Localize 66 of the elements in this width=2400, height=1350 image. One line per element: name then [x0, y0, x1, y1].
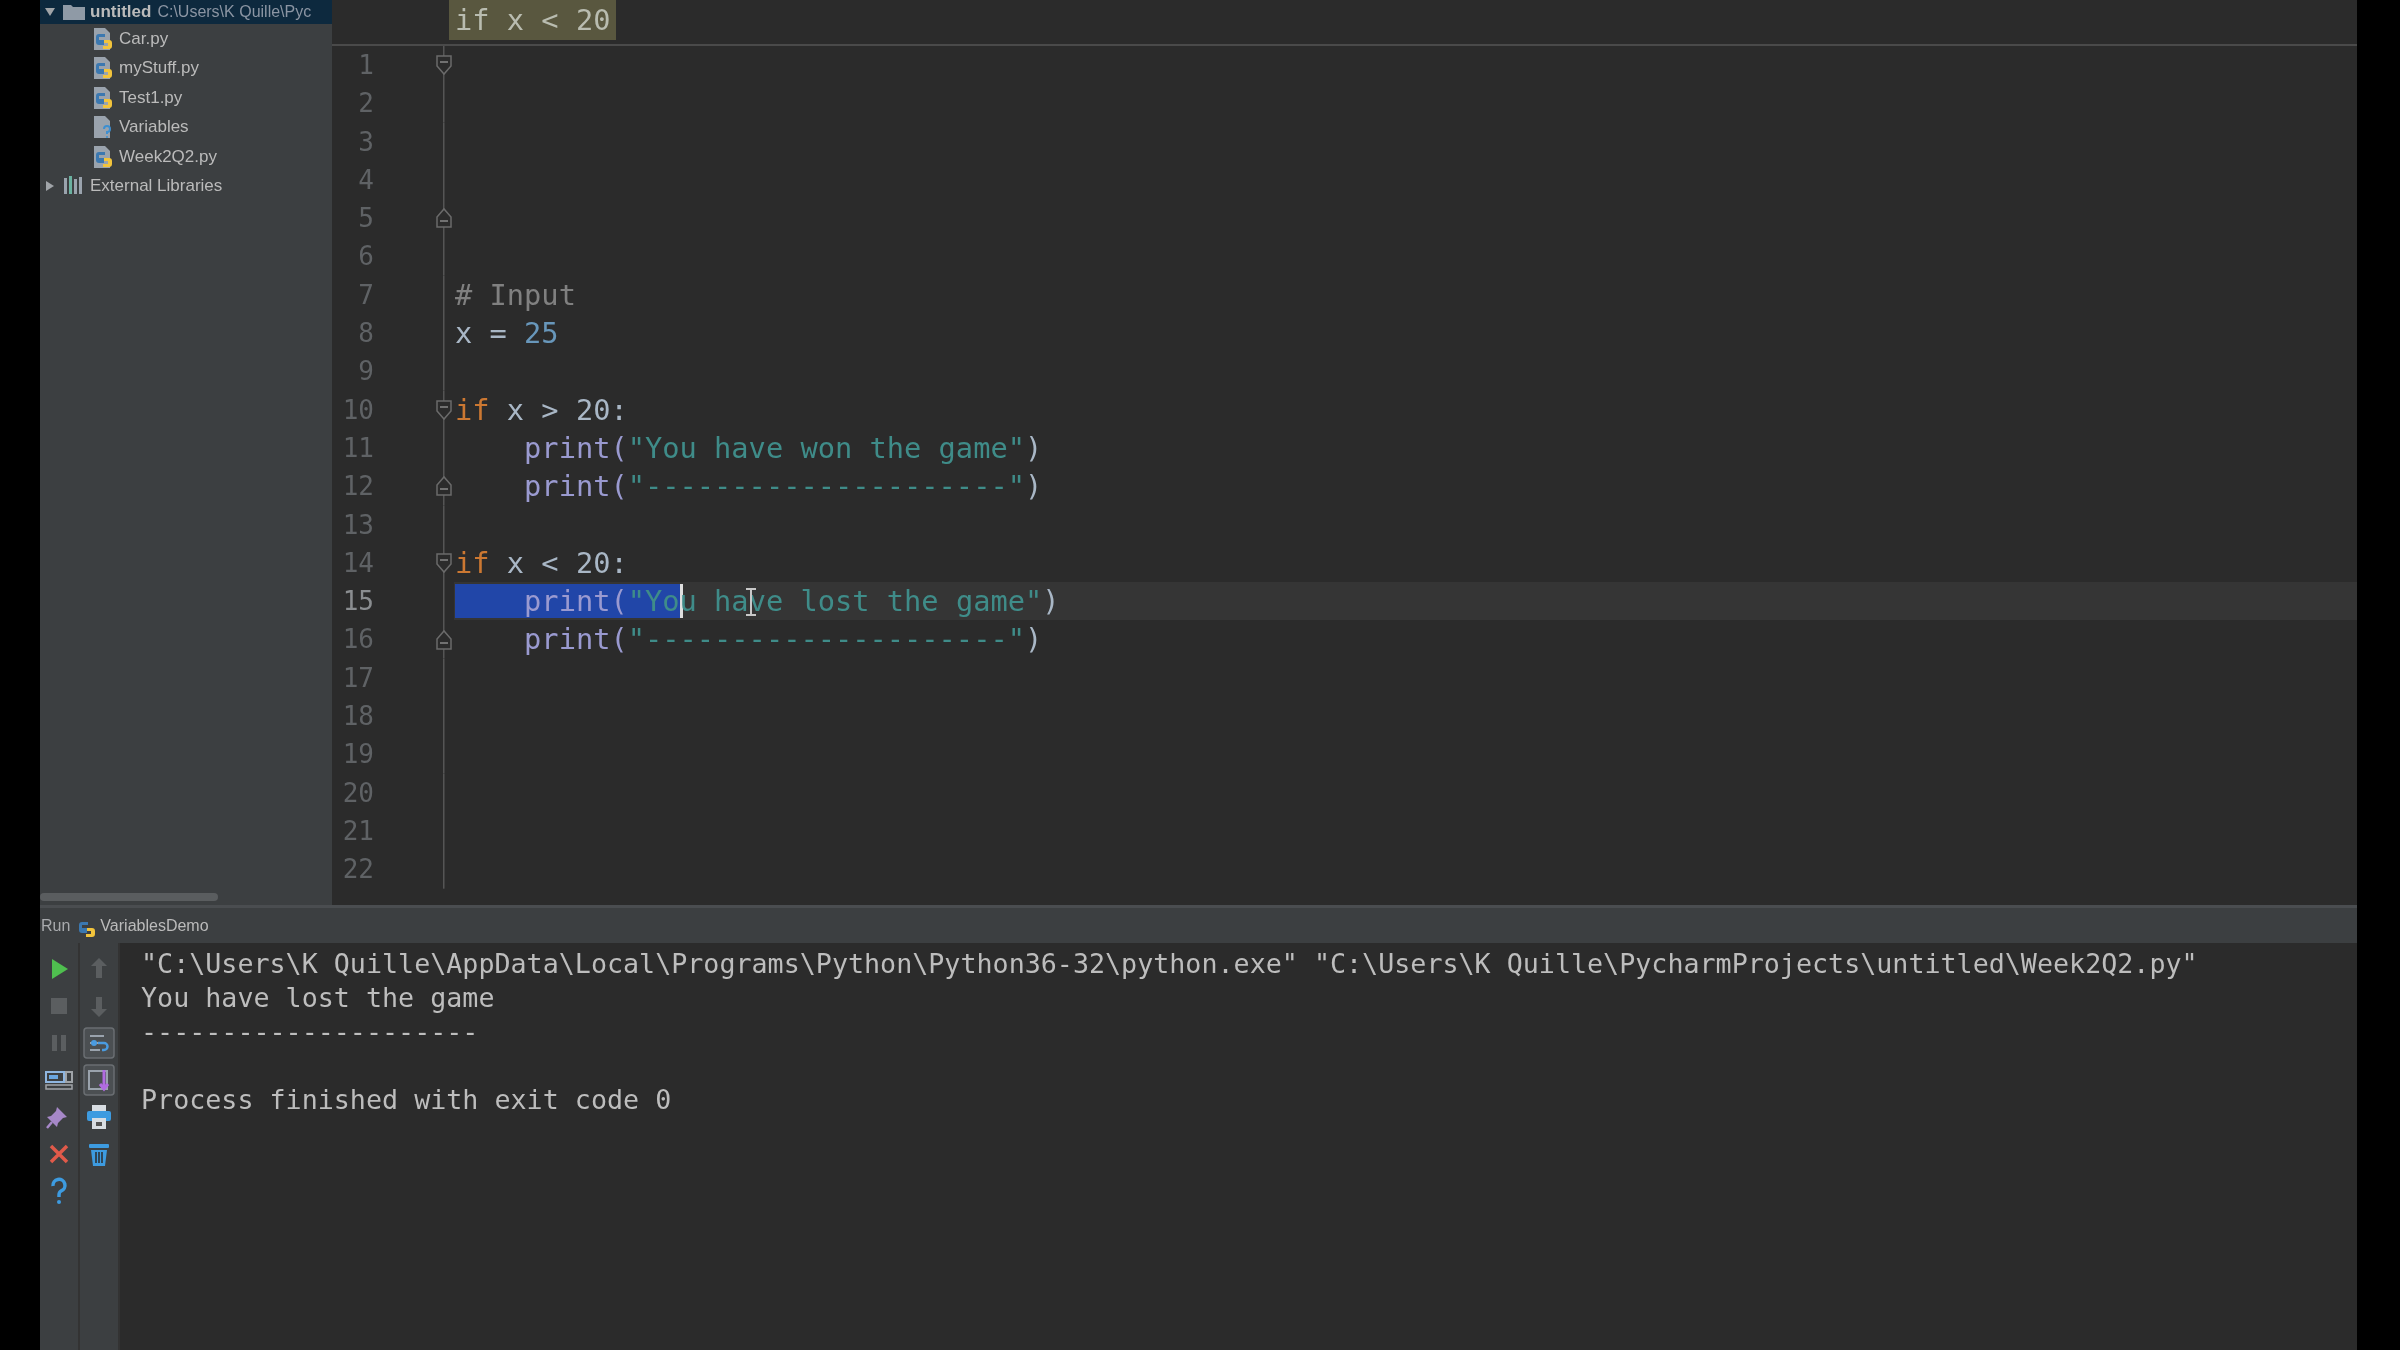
- run-config-tab[interactable]: VariablesDemo: [100, 916, 209, 935]
- code-line: # Input: [455, 277, 576, 312]
- sticky-header: if x < 20: [449, 0, 617, 40]
- line-number: 15: [341, 585, 374, 619]
- scrollbar[interactable]: [40, 893, 218, 901]
- line-number: 18: [341, 700, 374, 734]
- tree-item[interactable]: Car.py: [40, 24, 332, 54]
- item-name: Week2Q2.py: [119, 146, 217, 167]
- fold-marker-icon[interactable]: [434, 552, 454, 574]
- line-number: 3: [357, 125, 374, 159]
- caret-right-icon[interactable]: [44, 180, 56, 193]
- panel-title: Run: [41, 916, 71, 935]
- line-number: 16: [341, 623, 374, 657]
- code-line: if x < 20:: [455, 545, 628, 580]
- console-output: You have lost the game: [141, 981, 496, 1015]
- item-name: Test1.py: [119, 87, 183, 108]
- console-output: "C:\Users\K Quille\AppData\Local\Programs\Python\Python36-32\python.exe" "C:\Users\K Quille\PycharmProjects\untitled\Week2Q2.py": [141, 947, 2199, 981]
- item-name: Variables: [119, 117, 189, 138]
- wrap-icon[interactable]: [83, 1027, 115, 1059]
- python-file-icon: [91, 144, 115, 169]
- fold-marker-icon[interactable]: [434, 475, 454, 498]
- item-name: untitled: [90, 2, 152, 22]
- line-number: 21: [341, 814, 374, 848]
- item-name: myStuff.py: [119, 58, 199, 79]
- code-line: if x > 20:: [455, 392, 628, 427]
- line-number: 14: [341, 546, 374, 580]
- line-number: 2: [357, 87, 374, 121]
- tree-item[interactable]: Week2Q2.py: [40, 142, 332, 172]
- line-number: 12: [341, 470, 374, 504]
- line-number: 6: [357, 240, 374, 274]
- tree-item[interactable]: Test1.py: [40, 83, 332, 113]
- line-number: 5: [357, 202, 374, 236]
- item-name: Car.py: [119, 28, 169, 49]
- line-number: 22: [341, 853, 374, 887]
- python-file-icon: [91, 56, 115, 81]
- fold-marker-icon[interactable]: [434, 398, 454, 421]
- line-number: 13: [341, 508, 374, 542]
- line-number: 8: [357, 317, 374, 351]
- line-number: 7: [357, 278, 374, 312]
- tree-item[interactable]: Variables: [40, 112, 332, 142]
- line-number: 11: [341, 431, 374, 465]
- line-number: 4: [357, 163, 374, 197]
- scroll-end-icon[interactable]: [83, 1064, 115, 1096]
- code-line: print("---------------------"): [523, 622, 1043, 657]
- tree-item[interactable]: myStuff.py: [40, 53, 332, 83]
- python-file-icon: [91, 85, 115, 110]
- line-number: 20: [341, 776, 374, 810]
- code-line: x = 25: [455, 316, 559, 351]
- console-output: ---------------------: [141, 1015, 480, 1049]
- item-name: External Libraries: [90, 176, 223, 197]
- line-number: 1: [357, 49, 374, 82]
- fold-marker-icon[interactable]: [434, 207, 454, 230]
- line-number: 10: [341, 393, 374, 427]
- console-output: Process finished with exit code 0: [141, 1083, 673, 1117]
- tree-item[interactable]: External Libraries: [40, 171, 332, 201]
- line-number: 9: [357, 355, 374, 389]
- code-line: print("---------------------"): [523, 469, 1043, 504]
- line-number: 17: [341, 661, 374, 695]
- python-file-icon: [91, 26, 115, 51]
- caret-down-icon[interactable]: [44, 6, 56, 18]
- fold-marker-icon[interactable]: [434, 54, 454, 77]
- tree-item[interactable]: untitled C:\Users\K Quille\Pyc: [40, 0, 332, 24]
- code-line: print("You have won the game"): [523, 430, 1043, 465]
- item-path: C:\Users\K Quille\Pyc: [157, 3, 312, 21]
- fold-marker-icon[interactable]: [434, 628, 454, 651]
- line-number: 19: [341, 738, 374, 772]
